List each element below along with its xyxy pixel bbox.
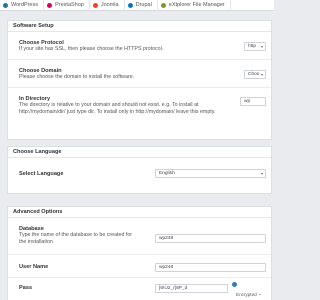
tab-label: Drupal <box>135 1 152 8</box>
tab-label: Joomla <box>100 1 119 8</box>
encryption-select[interactable]: Encrypted <box>236 292 261 297</box>
software-setup-panel: Software Setup Choose Protocol If your s… <box>7 20 272 140</box>
wordpress-icon <box>3 2 8 8</box>
extplorer-icon <box>160 2 166 8</box>
choose-language-panel: Choose Language Select Language English <box>7 146 272 194</box>
username-input[interactable]: wp248 <box>155 263 266 272</box>
database-row: Database Type the name of the database t… <box>8 219 271 255</box>
directory-input[interactable]: wp <box>240 97 266 106</box>
username-label: User Name <box>19 264 49 270</box>
generate-password-icon[interactable] <box>232 282 237 287</box>
joomla-icon <box>92 2 98 8</box>
drupal-icon <box>127 2 133 8</box>
pass-row: Pass [6!U2_r]8P_d Encrypted <box>8 279 271 300</box>
advanced-options-title: Advanced Options <box>8 207 271 218</box>
database-value: wp248 <box>159 236 174 241</box>
chevron-down-icon <box>261 46 263 48</box>
app-tabs-bar: WordPress PrestaShop Joomla Drupal eXtpl… <box>0 0 274 11</box>
domain-select[interactable]: Choo <box>244 70 266 79</box>
tab-drupal[interactable]: Drupal <box>125 0 158 11</box>
tab-joomla[interactable]: Joomla <box>90 0 125 11</box>
directory-description: The directory is relative to your domain… <box>19 102 216 115</box>
domain-value: Choo <box>248 72 260 77</box>
language-select[interactable]: English <box>155 169 266 178</box>
domain-row: Choose Domain Please choose the domain t… <box>8 61 271 88</box>
tab-label: eXtplorer File Manager <box>168 1 225 8</box>
encryption-value: Encrypted <box>236 292 257 297</box>
chevron-down-icon <box>261 173 263 175</box>
pass-label: Pass <box>19 285 33 291</box>
advanced-options-panel: Advanced Options Database Type the name … <box>7 206 272 300</box>
domain-description: Please choose the domain to install the … <box>19 74 135 80</box>
protocol-row: Choose Protocol If your site has SSL, th… <box>8 33 271 60</box>
pass-input[interactable]: [6!U2_r]8P_d <box>155 284 228 293</box>
username-value: wp248 <box>159 265 174 270</box>
directory-row: In Directory The directory is relative t… <box>8 89 271 139</box>
protocol-value: http <box>248 44 257 49</box>
choose-language-title: Choose Language <box>8 147 271 158</box>
database-description: Type the name of the database to be crea… <box>19 232 133 245</box>
chevron-down-icon <box>258 294 261 296</box>
tab-wordpress[interactable]: WordPress <box>0 0 45 11</box>
software-setup-title: Software Setup <box>8 21 271 32</box>
username-row: User Name wp248 <box>8 256 271 278</box>
language-value: English <box>159 171 175 176</box>
protocol-select[interactable]: http <box>244 42 266 51</box>
tab-prestashop[interactable]: PrestaShop <box>44 0 90 11</box>
directory-value: wp <box>244 99 251 104</box>
database-input[interactable]: wp248 <box>155 234 266 243</box>
language-label: Select Language <box>19 171 64 177</box>
pass-value: [6!U2_r]8P_d <box>159 286 188 291</box>
tab-extplorer[interactable]: eXtplorer File Manager <box>158 0 231 11</box>
tab-label: PrestaShop <box>55 1 84 8</box>
language-row: Select Language English <box>8 159 271 193</box>
prestashop-icon <box>47 2 53 8</box>
chevron-down-icon <box>261 74 263 76</box>
tab-label: WordPress <box>11 1 39 8</box>
protocol-description: If your site has SSL, then please choose… <box>19 46 164 52</box>
